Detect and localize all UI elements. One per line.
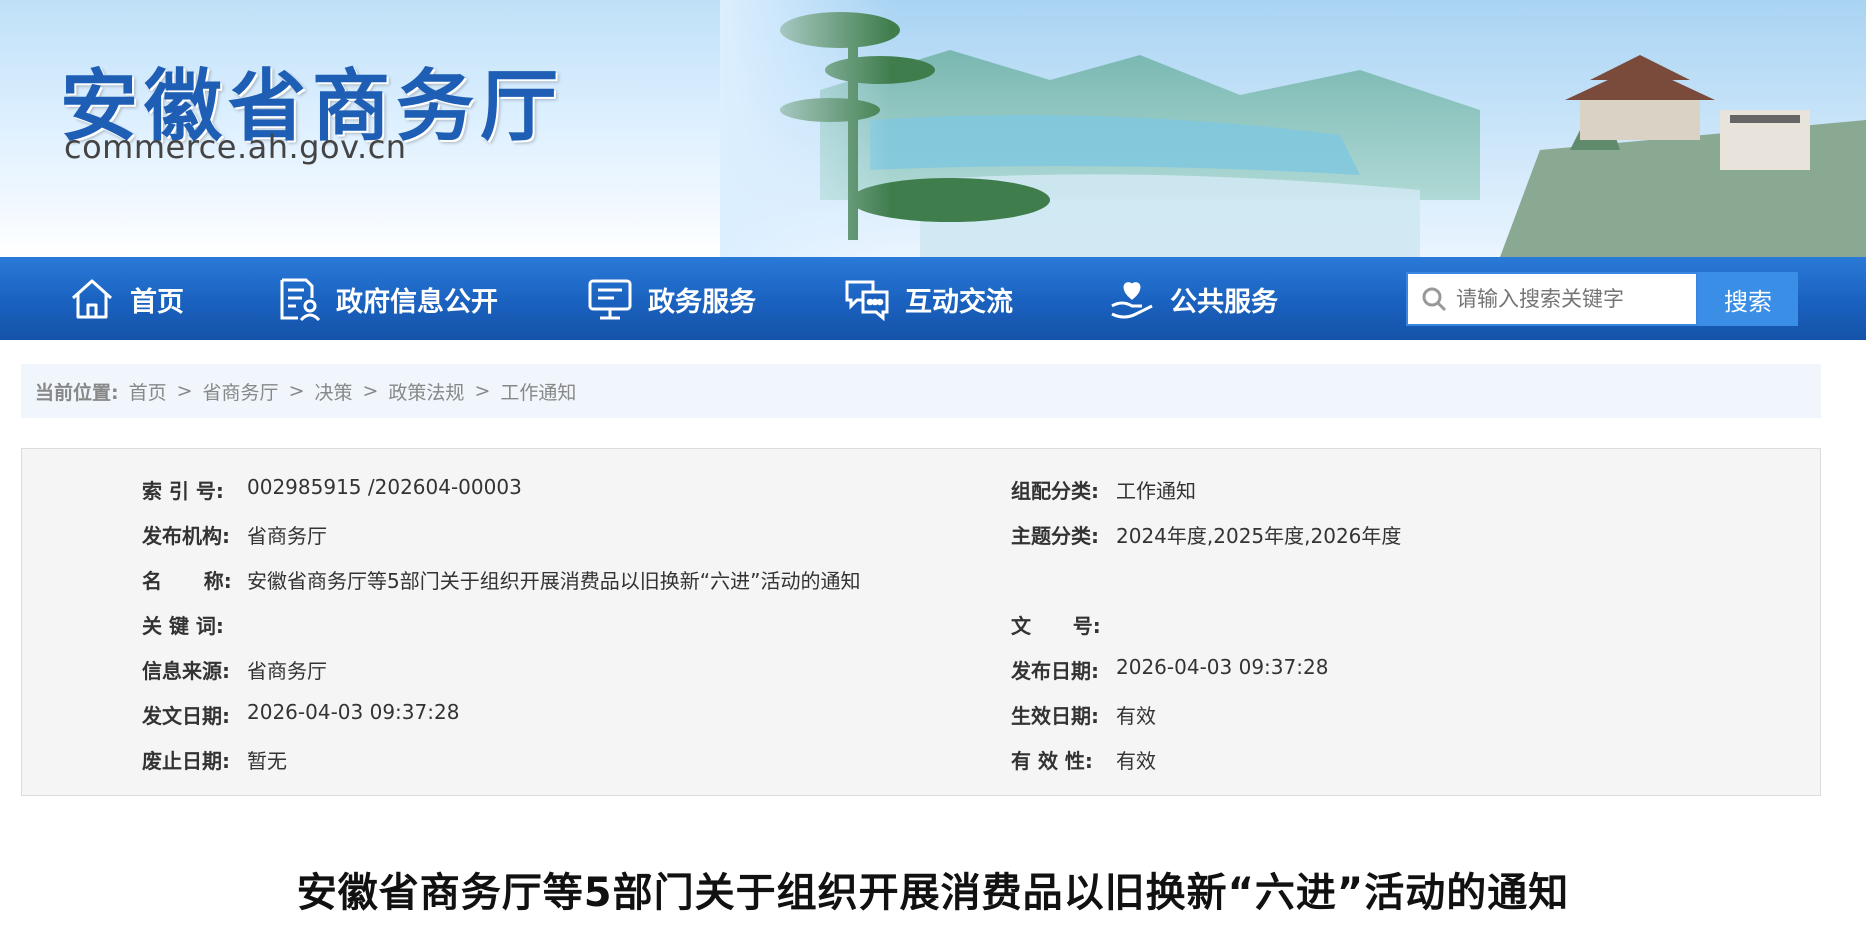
meta-value: 工作通知 <box>1116 479 1196 503</box>
nav-label: 互动交流 <box>905 286 1013 318</box>
breadcrumb-link-department[interactable]: 省商务厅 <box>203 378 279 405</box>
search-icon <box>1422 287 1447 312</box>
meta-value: 2024年度,2025年度,2026年度 <box>1116 524 1402 548</box>
search-input[interactable] <box>1456 287 1686 311</box>
meta-key: 索 引 号: <box>142 479 224 503</box>
heart-hand-icon <box>1111 282 1153 319</box>
nav-item-interaction[interactable]: 互动交流 <box>843 275 1013 323</box>
meta-validity: 有 效 性: 有效 <box>1011 745 1156 774</box>
meta-value: 安徽省商务厅等5部门关于组织开展消费品以旧换新“六进”活动的通知 <box>247 569 861 593</box>
meta-value: 2026-04-03 09:37:28 <box>1116 655 1329 679</box>
meta-value: 暂无 <box>247 749 287 773</box>
meta-source: 信息来源: 省商务厅 <box>142 655 327 684</box>
meta-value: 省商务厅 <box>247 524 327 548</box>
meta-publisher: 发布机构: 省商务厅 <box>142 520 327 549</box>
meta-keywords: 关 键 词: <box>142 610 247 639</box>
nav-item-public-services[interactable]: 公共服务 <box>1108 275 1278 323</box>
meta-key: 信息来源: <box>142 659 230 683</box>
nav-item-gov-info[interactable]: 政府信息公开 <box>274 275 498 323</box>
meta-publish-date: 发布日期: 2026-04-03 09:37:28 <box>1011 655 1328 684</box>
site-domain: commerce.ah.gov.cn <box>64 128 407 166</box>
meta-index-number: 索 引 号: 002985915 /202604-00003 <box>142 475 522 504</box>
meta-key: 发布机构: <box>142 524 230 548</box>
meta-abolish-date: 废止日期: 暂无 <box>142 745 287 774</box>
breadcrumb-separator: > <box>362 380 379 402</box>
search-box <box>1406 272 1698 326</box>
nav-item-home[interactable]: 首页 <box>68 275 184 323</box>
monitor-icon <box>588 279 632 320</box>
meta-value: 有效 <box>1116 704 1156 728</box>
article-title: 安徽省商务厅等5部门关于组织开展消费品以旧换新“六进”活动的通知 <box>296 870 1570 916</box>
meta-key: 组配分类: <box>1011 479 1099 503</box>
meta-value: 2026-04-03 09:37:28 <box>247 700 460 724</box>
breadcrumb-separator: > <box>474 380 491 402</box>
nav-label: 政府信息公开 <box>336 286 498 318</box>
meta-category: 组配分类: 工作通知 <box>1011 475 1196 504</box>
meta-value: 002985915 /202604-00003 <box>247 475 522 499</box>
meta-key: 主题分类: <box>1011 524 1099 548</box>
meta-key: 有 效 性: <box>1011 749 1093 773</box>
meta-key: 文 号: <box>1011 614 1101 638</box>
scenery-image <box>720 0 1866 257</box>
site-banner: 安徽省商务厅 commerce.ah.gov.cn <box>0 0 1866 257</box>
home-icon <box>71 279 113 319</box>
breadcrumb-link-decision[interactable]: 决策 <box>314 378 352 405</box>
meta-value: 有效 <box>1116 749 1156 773</box>
nav-label: 公共服务 <box>1170 286 1278 318</box>
meta-key: 废止日期: <box>142 749 230 773</box>
nav-label: 首页 <box>130 286 184 318</box>
meta-key: 名 称: <box>142 569 232 593</box>
breadcrumb-link-notice[interactable]: 工作通知 <box>500 378 576 405</box>
meta-key: 发布日期: <box>1011 659 1099 683</box>
meta-value: 省商务厅 <box>247 659 327 683</box>
meta-doc-number: 文 号: <box>1011 610 1116 639</box>
breadcrumb-label: 当前位置: <box>35 381 119 404</box>
breadcrumb-separator: > <box>288 380 305 402</box>
breadcrumb: 当前位置: 首页 > 省商务厅 > 决策 > 政策法规 > 工作通知 <box>21 364 1821 418</box>
breadcrumb-link-policy[interactable]: 政策法规 <box>388 378 464 405</box>
chat-icon <box>845 280 889 322</box>
meta-key: 生效日期: <box>1011 704 1099 728</box>
document-user-icon <box>280 278 321 322</box>
meta-key: 发文日期: <box>142 704 230 728</box>
document-metadata: 索 引 号: 002985915 /202604-00003 发布机构: 省商务… <box>21 448 1821 796</box>
meta-key: 关 键 词: <box>142 614 224 638</box>
meta-issue-date: 发文日期: 2026-04-03 09:37:28 <box>142 700 459 729</box>
meta-topic: 主题分类: 2024年度,2025年度,2026年度 <box>1011 520 1401 549</box>
nav-item-gov-services[interactable]: 政务服务 <box>586 275 756 323</box>
search-button[interactable]: 搜索 <box>1698 272 1798 326</box>
meta-name: 名 称: 安徽省商务厅等5部门关于组织开展消费品以旧换新“六进”活动的通知 <box>142 565 860 594</box>
breadcrumb-link-home[interactable]: 首页 <box>129 378 167 405</box>
nav-label: 政务服务 <box>648 286 756 318</box>
meta-effective-date: 生效日期: 有效 <box>1011 700 1156 729</box>
breadcrumb-separator: > <box>176 380 193 402</box>
